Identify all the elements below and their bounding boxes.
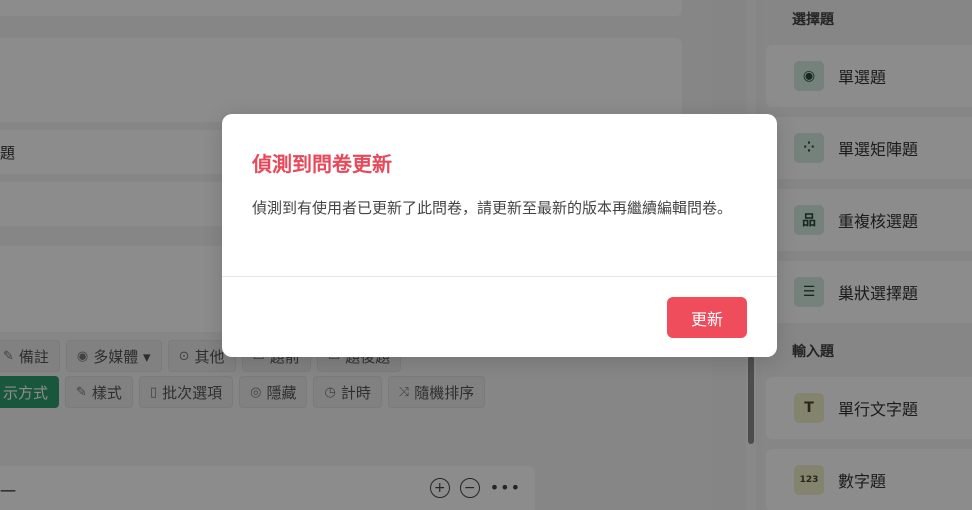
update-button[interactable]: 更新 (667, 297, 747, 338)
dialog-title: 偵測到問卷更新 (252, 152, 392, 176)
dialog-message: 偵測到有使用者已更新了此問卷，請更新至最新的版本再繼續編輯問卷。 (252, 199, 733, 217)
update-detected-dialog: 偵測到問卷更新 偵測到有使用者已更新了此問卷，請更新至最新的版本再繼續編輯問卷。… (222, 114, 777, 357)
dialog-divider (222, 276, 777, 277)
